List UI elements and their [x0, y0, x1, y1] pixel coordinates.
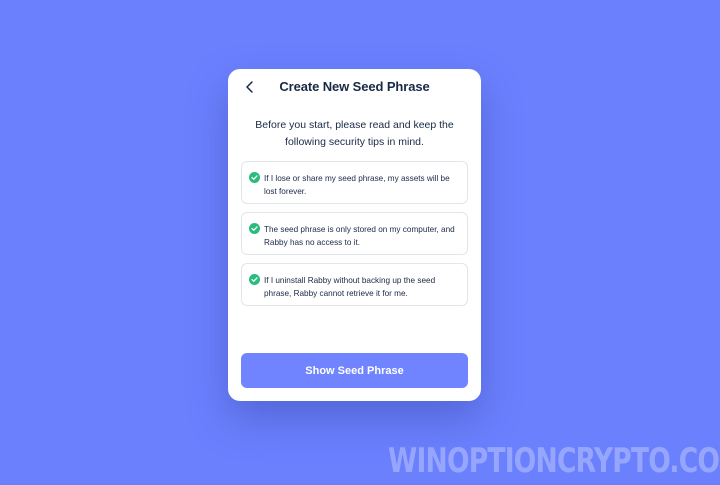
security-tip-text: If I uninstall Rabby without backing up … — [264, 276, 436, 298]
security-tip-text: The seed phrase is only stored on my com… — [264, 225, 455, 247]
watermark: WINOPTIONCRYPTO.COM — [388, 441, 720, 481]
check-circle-icon — [249, 274, 260, 285]
check-circle-icon — [249, 172, 260, 183]
show-seed-phrase-button[interactable]: Show Seed Phrase — [241, 353, 468, 388]
security-tip-text: If I lose or share my seed phrase, my as… — [264, 174, 450, 196]
create-seed-phrase-card: Create New Seed Phrase Before you start,… — [228, 69, 481, 401]
security-tips-list: If I lose or share my seed phrase, my as… — [241, 161, 468, 314]
intro-text: Before you start, please read and keep t… — [255, 119, 454, 148]
check-circle-icon — [249, 223, 260, 234]
security-tip: If I lose or share my seed phrase, my as… — [241, 161, 468, 204]
page-title: Create New Seed Phrase — [279, 79, 430, 94]
card-header: Create New Seed Phrase — [228, 69, 481, 105]
security-tip: If I uninstall Rabby without backing up … — [241, 263, 468, 306]
security-tip: The seed phrase is only stored on my com… — [241, 212, 468, 255]
